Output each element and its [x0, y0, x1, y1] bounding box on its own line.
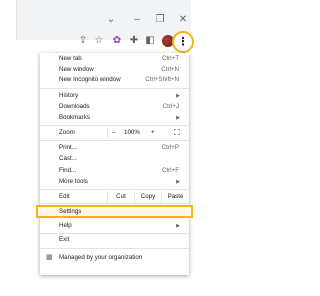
menu-item-settings[interactable]: Settings	[36, 205, 193, 218]
building-icon: ▦	[46, 254, 53, 261]
menu-item-label: Cast...	[59, 155, 77, 162]
browser-toolbar: ⇪ ☆ ✿ ✚ ◧	[16, 32, 191, 52]
menu-item-shortcut: Ctrl+F	[161, 167, 179, 174]
menu-item-print[interactable]: Print... Ctrl+P	[40, 143, 189, 153]
zoom-level: 100%	[124, 129, 140, 136]
fullscreen-icon[interactable]: ⛶	[174, 129, 182, 137]
menu-item-label: Settings	[59, 208, 82, 215]
chevron-down-icon[interactable]: ⌄	[104, 12, 118, 28]
menu-item-more-tools[interactable]: More tools ▶	[40, 177, 189, 187]
menu-item-cast[interactable]: Cast...	[40, 154, 189, 164]
menu-item-bookmarks[interactable]: Bookmarks ▶	[40, 113, 189, 123]
menu-item-new-tab[interactable]: New tab Ctrl+T	[40, 54, 189, 64]
menu-item-label: Exit	[59, 236, 70, 243]
copy-button[interactable]: Copy	[135, 191, 161, 203]
menu-item-shortcut: Ctrl+T	[161, 55, 179, 62]
puzzle-icon[interactable]: ✚	[127, 34, 141, 48]
menu-item-shortcut: Ctrl+Shift+N	[145, 76, 179, 83]
menu-item-exit[interactable]: Exit	[40, 235, 189, 245]
menu-separator	[40, 203, 189, 204]
menu-item-history[interactable]: History ▶	[40, 91, 189, 101]
share-icon[interactable]: ⇪	[76, 34, 90, 48]
paste-button[interactable]: Paste	[162, 191, 189, 203]
menu-item-label: Edit	[59, 193, 70, 200]
zoom-in-button[interactable]: +	[151, 128, 155, 138]
menu-separator	[40, 233, 189, 234]
menu-item-help[interactable]: Help ▶	[40, 221, 189, 231]
menu-item-find[interactable]: Find... Ctrl+F	[40, 166, 189, 176]
menu-item-label: Help	[59, 222, 72, 229]
menu-item-label: Bookmarks	[59, 114, 90, 121]
zoom-out-button[interactable]: –	[112, 128, 115, 138]
menu-item-label: Downloads	[59, 103, 90, 110]
menu-item-label: New Incognito window	[59, 76, 121, 83]
menu-item-shortcut: Ctrl+N	[161, 66, 179, 73]
menu-item-label: New tab	[59, 55, 82, 62]
menu-item-zoom: Zoom – 100% + ⛶	[40, 128, 189, 138]
menu-item-label: New window	[59, 66, 94, 73]
menu-item-managed[interactable]: ▦ Managed by your organization	[40, 253, 189, 263]
menu-item-label: Managed by your organization	[59, 254, 143, 261]
chrome-main-menu: New tab Ctrl+T New window Ctrl+N New Inc…	[40, 53, 189, 275]
menu-item-label: Print...	[59, 144, 77, 151]
restore-icon[interactable]: ❐	[153, 12, 167, 28]
side-panel-icon[interactable]: ◧	[143, 34, 157, 48]
minimize-icon[interactable]: –	[130, 12, 144, 28]
close-icon[interactable]: ✕	[176, 12, 190, 28]
cut-button[interactable]: Cut	[108, 191, 134, 203]
menu-item-edit: Edit Cut Copy Paste	[40, 191, 189, 203]
chevron-right-icon: ▶	[176, 179, 180, 185]
menu-separator	[40, 248, 189, 249]
menu-item-label: More tools	[59, 178, 88, 185]
menu-item-shortcut: Ctrl+P	[161, 144, 179, 151]
menu-item-shortcut: Ctrl+J	[162, 103, 179, 110]
menu-item-new-window[interactable]: New window Ctrl+N	[40, 65, 189, 75]
menu-item-downloads[interactable]: Downloads Ctrl+J	[40, 102, 189, 112]
menu-item-label: Zoom	[59, 129, 75, 136]
chevron-right-icon: ▶	[176, 115, 180, 121]
star-icon[interactable]: ☆	[92, 34, 106, 48]
chevron-right-icon: ▶	[176, 93, 180, 99]
kebab-menu-icon[interactable]: ⋮	[176, 34, 190, 50]
menu-separator	[40, 140, 189, 141]
menu-item-label: Find...	[59, 167, 77, 174]
menu-separator	[40, 88, 189, 89]
chevron-right-icon: ▶	[176, 223, 180, 229]
menu-item-new-incognito-window[interactable]: New Incognito window Ctrl+Shift+N	[40, 75, 189, 85]
menu-item-label: History	[59, 92, 79, 99]
title-bar: ⌄ – ❐ ✕	[16, 12, 191, 30]
menu-separator	[40, 189, 189, 190]
menu-separator	[40, 125, 189, 126]
extension-icon[interactable]: ✿	[110, 34, 124, 48]
